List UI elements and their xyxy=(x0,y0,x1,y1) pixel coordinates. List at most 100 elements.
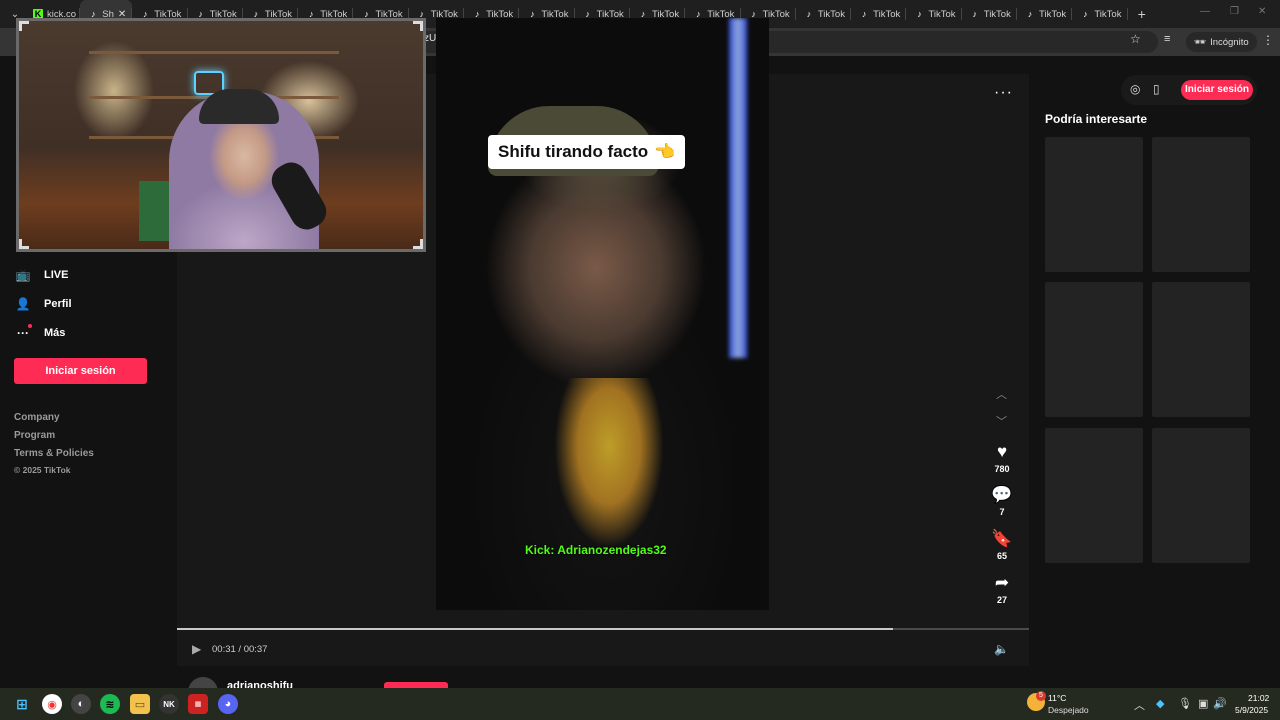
sidebar-item-label: Más xyxy=(44,327,66,339)
volume-icon[interactable]: 🔈 xyxy=(994,642,1009,656)
recommendation-card[interactable] xyxy=(1152,282,1250,417)
video-editor-icon[interactable]: ▦ xyxy=(188,694,208,714)
minimize-icon[interactable]: — xyxy=(1200,6,1210,17)
copyright-text: © 2025 TikTok xyxy=(14,465,71,475)
footer-link-terms[interactable]: Terms & Policies xyxy=(14,448,94,459)
taskbar-time[interactable]: 21:02 xyxy=(1248,693,1269,703)
profile-icon: 👤 xyxy=(15,297,31,311)
overlay-corner xyxy=(19,21,29,31)
video-time: 00:31 / 00:37 xyxy=(212,644,268,655)
previous-video-icon[interactable]: ︿ xyxy=(996,386,1007,402)
share-count: 27 xyxy=(996,595,1007,605)
incognito-icon: 🕶 xyxy=(1194,36,1207,48)
recommendation-card[interactable] xyxy=(1045,428,1143,563)
sidebar-item-perfil[interactable]: 👤 Perfil xyxy=(16,297,72,311)
neon-light xyxy=(729,18,747,358)
microphone-icon[interactable]: 🎙 xyxy=(1178,697,1192,710)
browser-tab[interactable]: ♪ TikTok xyxy=(906,0,962,28)
header-login-button[interactable]: Iniciar sesión xyxy=(1181,80,1253,100)
tab-label: TikTok xyxy=(1039,8,1067,20)
kick-watermark: Kick: Adrianozendejas32 xyxy=(525,543,667,557)
bookmark-icon: 🔖 xyxy=(991,529,1013,548)
like-count: 780 xyxy=(994,464,1010,474)
weather-temperature[interactable]: 11°C xyxy=(1048,693,1066,703)
share-icon: ➦ xyxy=(994,573,1010,592)
chrome-incognito-icon[interactable]: ◐ xyxy=(71,694,91,714)
browser-menu-icon[interactable]: ⋮ xyxy=(1262,33,1274,47)
more-icon: ··· xyxy=(16,324,32,340)
taskbar-date[interactable]: 5/9/2025 xyxy=(1235,705,1268,715)
comment-button[interactable]: 💬 7 xyxy=(985,485,1019,517)
tab-label: TikTok xyxy=(983,8,1011,20)
pointing-hand-icon: 👈 xyxy=(654,142,676,161)
app-nk-icon[interactable]: NK xyxy=(159,694,179,714)
footer-link-company[interactable]: Company xyxy=(14,412,60,423)
tiktok-icon: ♪ xyxy=(1083,9,1088,19)
save-count: 65 xyxy=(996,551,1007,561)
video-player[interactable] xyxy=(436,18,769,610)
chrome-icon[interactable]: ◉ xyxy=(42,694,62,714)
tab-label: TikTok xyxy=(928,8,956,20)
overlay-corner xyxy=(413,21,423,31)
bookmark-star-icon[interactable]: ☆ xyxy=(1130,32,1141,46)
comment-icon: 💬 xyxy=(991,485,1013,504)
browser-tab[interactable]: ♪ TikTok xyxy=(962,0,1018,28)
video-caption-bubble: Shifu tirando facto 👈 xyxy=(488,135,686,169)
recommendation-card[interactable] xyxy=(1152,428,1250,563)
speaker-icon[interactable]: 🔊 xyxy=(1213,697,1227,710)
tiktok-icon: ♪ xyxy=(972,9,978,19)
footer-link-program[interactable]: Program xyxy=(14,430,55,441)
webcam-overlay xyxy=(16,18,426,252)
tab-label: TikTok xyxy=(873,8,901,20)
weather-badge: 5 xyxy=(1036,691,1046,701)
overlay-corner xyxy=(19,239,29,249)
video-shirt-graphic xyxy=(554,378,664,548)
video-progress-fill xyxy=(177,628,893,630)
video-progress-bar[interactable] xyxy=(177,628,1029,630)
file-explorer-icon[interactable]: ▭ xyxy=(130,694,150,714)
save-button[interactable]: 🔖 65 xyxy=(985,529,1019,561)
video-more-icon[interactable]: ··· xyxy=(994,84,1013,102)
share-button[interactable]: ➦ 27 xyxy=(985,573,1019,605)
media-control-icon[interactable]: ≡ xyxy=(1164,33,1170,45)
play-icon[interactable]: ▶ xyxy=(192,642,201,656)
comment-count: 7 xyxy=(999,507,1005,517)
recommendation-card[interactable] xyxy=(1045,282,1143,417)
heart-icon: ♥ xyxy=(996,442,1008,461)
compass-icon[interactable]: ◎ xyxy=(1130,82,1140,96)
security-shield-icon[interactable]: ◆ xyxy=(1156,697,1164,710)
sidebar-login-button[interactable]: Iniciar sesión xyxy=(14,358,147,384)
tray-overflow-icon[interactable]: ︿ xyxy=(1134,697,1145,713)
recommendation-card[interactable] xyxy=(1152,137,1250,272)
windows-start-icon[interactable]: ⊞ xyxy=(12,694,32,714)
new-tab-icon[interactable]: + xyxy=(1138,6,1146,22)
tab-label: TikTok xyxy=(817,8,845,20)
discord-icon[interactable]: ◕ xyxy=(218,694,238,714)
close-window-icon[interactable]: ✕ xyxy=(1258,6,1266,17)
browser-tab[interactable]: ♪ TikTok xyxy=(796,0,852,28)
wifi-icon[interactable]: ▣ xyxy=(1198,697,1208,710)
sidebar-item-label: Perfil xyxy=(44,298,72,310)
caption-title: Shifu tirando facto xyxy=(498,142,649,161)
browser-tab[interactable]: ♪ TikTok xyxy=(1017,0,1073,28)
like-button[interactable]: ♥ 780 xyxy=(985,442,1019,474)
webcam-shelf xyxy=(89,51,339,54)
spotify-icon[interactable]: ≋ xyxy=(100,694,120,714)
device-icon[interactable]: ▯ xyxy=(1153,82,1160,96)
tiktok-icon: ♪ xyxy=(861,9,867,19)
webcam-streamer-cap xyxy=(199,89,279,124)
recommendations-heading: Podría interesarte xyxy=(1045,112,1148,126)
sidebar-item-live[interactable]: 📺 LIVE xyxy=(16,268,69,282)
recommendation-card[interactable] xyxy=(1045,137,1143,272)
sidebar-item-mas[interactable]: ··· Más xyxy=(16,324,66,340)
weather-description[interactable]: Despejado xyxy=(1048,705,1089,715)
incognito-badge[interactable]: 🕶 Incógnito xyxy=(1186,32,1257,52)
tiktok-icon: ♪ xyxy=(806,9,812,19)
incognito-label: Incógnito xyxy=(1210,36,1249,48)
maximize-icon[interactable]: ❐ xyxy=(1230,6,1239,17)
sidebar-item-label: LIVE xyxy=(44,269,69,281)
browser-tab[interactable]: ♪ TikTok xyxy=(1072,0,1128,28)
browser-tab[interactable]: ♪ TikTok xyxy=(851,0,907,28)
tab-label: TikTok xyxy=(1094,8,1122,20)
next-video-icon[interactable]: ﹀ xyxy=(996,413,1007,429)
